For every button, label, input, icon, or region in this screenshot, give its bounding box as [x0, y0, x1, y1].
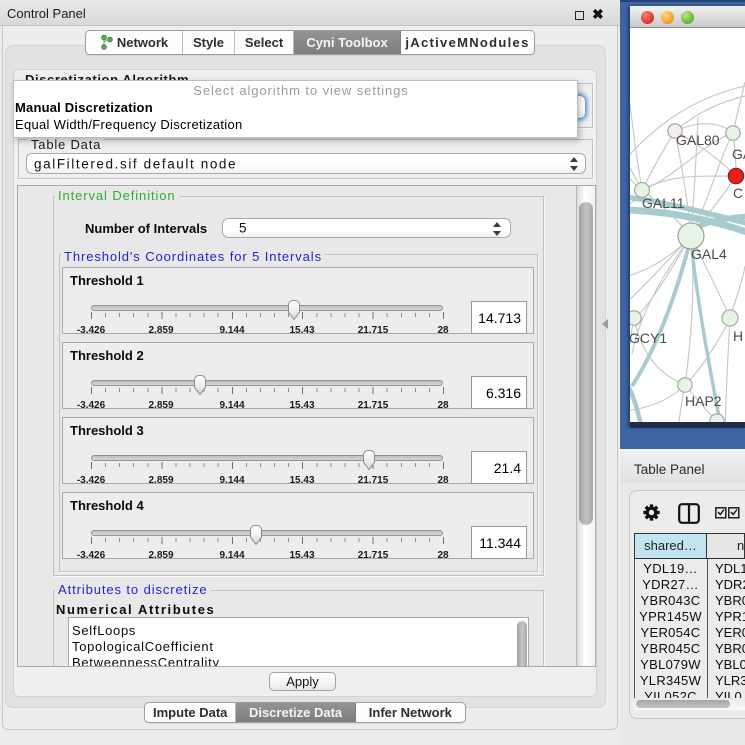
- svg-text:GAL80: GAL80: [676, 132, 720, 148]
- svg-text:HAP2: HAP2: [685, 393, 722, 409]
- svg-text:GA: GA: [732, 146, 745, 162]
- svg-text:GAL11: GAL11: [642, 195, 685, 211]
- svg-text:H: H: [733, 328, 743, 344]
- svg-text:GCY1: GCY1: [630, 330, 667, 346]
- svg-text:GAL4: GAL4: [691, 246, 727, 262]
- svg-text:C: C: [733, 185, 743, 201]
